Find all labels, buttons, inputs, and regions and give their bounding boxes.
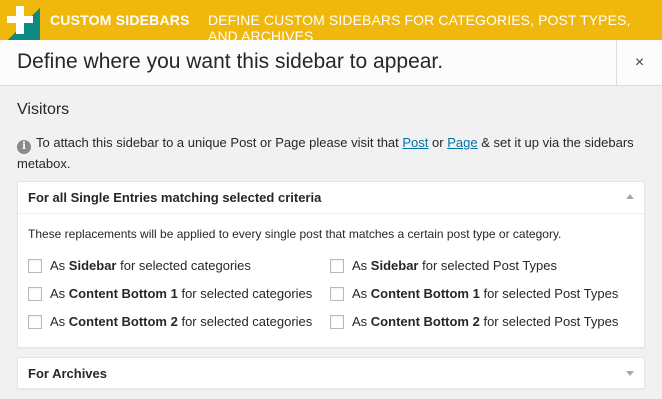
modal-title: Define where you want this sidebar to ap… — [17, 50, 444, 73]
checkbox[interactable] — [330, 258, 344, 273]
checkbox[interactable] — [330, 314, 344, 329]
info-text-start: To attach this sidebar to a unique Post … — [36, 135, 403, 150]
close-icon: × — [634, 53, 645, 71]
option-content-bottom-2-categories[interactable]: As Content Bottom 2 for selected categor… — [28, 314, 312, 329]
option-content-bottom-1-post-types[interactable]: As Content Bottom 1 for selected Post Ty… — [330, 286, 618, 301]
panel-header-single-entries[interactable]: For all Single Entries matching selected… — [18, 182, 644, 214]
post-link[interactable]: Post — [402, 135, 428, 150]
checkbox[interactable] — [28, 286, 42, 301]
expand-arrow-icon[interactable] — [626, 371, 634, 376]
panel-single-entries: For all Single Entries matching selected… — [17, 181, 645, 348]
checkbox[interactable] — [28, 258, 42, 273]
checkbox[interactable] — [330, 286, 344, 301]
plugin-logo — [0, 0, 40, 40]
close-button[interactable]: × — [616, 40, 662, 85]
section-heading-visitors: Visitors — [17, 101, 70, 118]
panel-title: For all Single Entries matching selected… — [28, 190, 322, 205]
option-sidebar-post-types[interactable]: As Sidebar for selected Post Types — [330, 258, 557, 273]
plugin-banner: CUSTOM SIDEBARS DEFINE CUSTOM SIDEBARS F… — [0, 0, 662, 44]
panel-title: For Archives — [28, 366, 107, 381]
panel-description: These replacements will be applied to ev… — [28, 227, 562, 241]
collapse-arrow-icon[interactable] — [626, 194, 634, 199]
option-sidebar-categories[interactable]: As Sidebar for selected categories — [28, 258, 251, 273]
modal-header: Define where you want this sidebar to ap… — [0, 40, 662, 86]
banner-title: CUSTOM SIDEBARS — [50, 12, 190, 28]
option-content-bottom-2-post-types[interactable]: As Content Bottom 2 for selected Post Ty… — [330, 314, 618, 329]
info-text-or: or — [428, 135, 448, 150]
page-link[interactable]: Page — [447, 135, 477, 150]
info-icon: i — [17, 140, 31, 154]
checkbox[interactable] — [28, 314, 42, 329]
panel-header-archives[interactable]: For Archives — [18, 358, 644, 390]
panel-archives: For Archives — [17, 357, 645, 389]
option-content-bottom-1-categories[interactable]: As Content Bottom 1 for selected categor… — [28, 286, 312, 301]
info-notice: i To attach this sidebar to a unique Post… — [17, 133, 637, 173]
